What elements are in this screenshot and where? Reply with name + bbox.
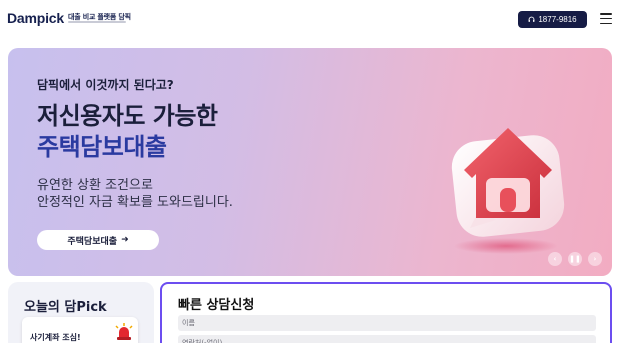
menu-bar <box>600 17 612 20</box>
cta-label: 주택담보대출 <box>67 236 118 247</box>
hamburger-menu-icon[interactable] <box>600 13 612 24</box>
arrow-right-icon: ➜ <box>121 235 129 245</box>
hero-desc-line2: 안정적인 자금 확보를 도와드립니다. <box>37 195 233 210</box>
slider-prev-button[interactable]: ‹ <box>548 252 562 266</box>
headset-icon <box>528 16 535 22</box>
siren-icon <box>115 323 133 340</box>
logo[interactable]: Dampick <box>7 10 64 26</box>
slider-pause-button[interactable]: ❚❚ <box>568 252 582 266</box>
menu-bar <box>600 13 612 15</box>
quick-consult-form: 빠른 상담신청 <box>160 282 612 343</box>
consult-title: 빠른 상담신청 <box>178 298 255 313</box>
phone-input[interactable] <box>178 335 596 343</box>
menu-bar <box>600 22 612 24</box>
hero-pre-title: 담픽에서 이것까지 된다고? <box>37 78 174 92</box>
today-pick-title: 오늘의 담Pick <box>24 300 107 315</box>
mortgage-cta-button[interactable]: 주택담보대출 ➜ <box>37 230 159 250</box>
hero-title-line1: 저신용자도 가능한 <box>37 102 218 130</box>
name-input[interactable] <box>178 315 596 331</box>
phone-number: 1877-9816 <box>538 15 577 24</box>
slider-next-button[interactable]: › <box>588 252 602 266</box>
today-pick-card[interactable]: 사기계좌 조심! <box>22 317 138 343</box>
logo-subline <box>68 21 126 23</box>
phone-call-button[interactable]: 1877-9816 <box>518 11 587 28</box>
today-pick-section: 오늘의 담Pick 사기계좌 조심! <box>8 282 154 343</box>
hero-description: 유연한 상환 조건으로 안정적인 자금 확보를 도와드립니다. <box>37 177 233 211</box>
today-pick-card-text: 사기계좌 조심! <box>30 333 81 342</box>
house-icon <box>451 128 565 254</box>
hero-title-line2: 주택담보대출 <box>37 133 167 161</box>
hero-desc-line1: 유연한 상환 조건으로 <box>37 178 153 193</box>
hero-banner[interactable]: 담픽에서 이것까지 된다고? 저신용자도 가능한 주택담보대출 유연한 상환 조… <box>8 48 612 276</box>
site-header: Dampick 대출 비교 플랫폼 담픽 1877-9816 <box>0 0 620 40</box>
